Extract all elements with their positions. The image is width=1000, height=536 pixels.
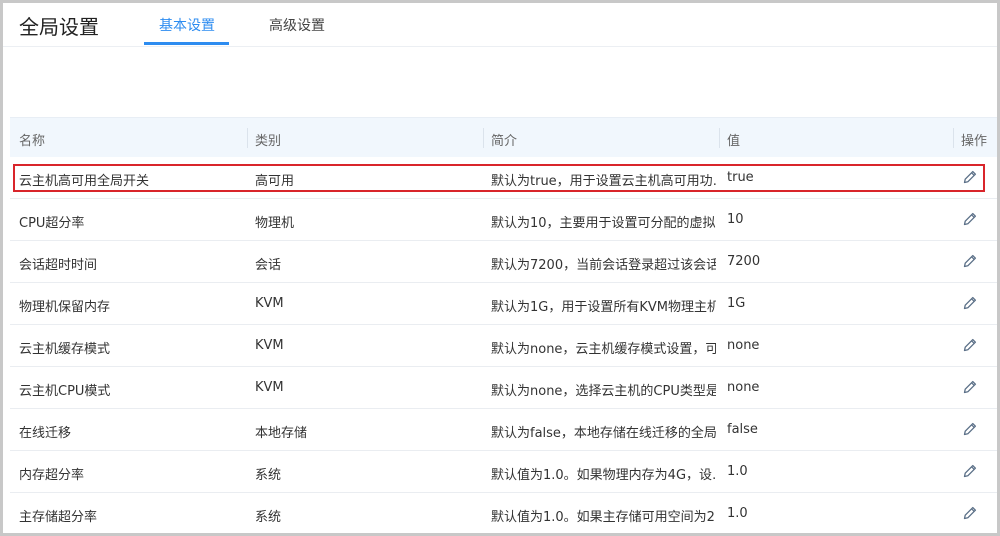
tab-basic-settings[interactable]: 基本设置 [159, 15, 215, 35]
page-title: 全局设置 [19, 15, 99, 39]
tab-advanced-settings[interactable]: 高级设置 [269, 15, 325, 35]
setting-name: 会话超时时间 [19, 258, 98, 273]
edit-pencil-icon[interactable] [961, 294, 979, 312]
setting-value: true [727, 170, 754, 185]
setting-name: 云主机缓存模式 [19, 342, 111, 357]
table-row[interactable]: 在线迁移 本地存储 默认为false，本地存储在线迁移的全局… false [10, 409, 997, 451]
setting-value: none [727, 338, 760, 353]
edit-pencil-icon[interactable] [961, 336, 979, 354]
table-row[interactable]: 内存超分率 系统 默认值为1.0。如果物理内存为4G，设… 1.0 [10, 451, 997, 493]
setting-value: false [727, 422, 758, 437]
setting-value: none [727, 380, 760, 395]
setting-description: 默认为true，用于设置云主机高可用功… [491, 174, 716, 189]
setting-category: 物理机 [255, 216, 295, 231]
setting-category: KVM [255, 296, 284, 311]
setting-category: KVM [255, 338, 284, 353]
setting-description: 默认为10，主要用于设置可分配的虚拟… [491, 216, 716, 231]
edit-pencil-icon[interactable] [961, 168, 979, 186]
column-divider [483, 128, 484, 148]
setting-description: 默认值为1.0。如果物理内存为4G，设… [491, 468, 716, 483]
setting-value: 1.0 [727, 464, 748, 479]
table-row[interactable]: CPU超分率 物理机 默认为10，主要用于设置可分配的虚拟… 10 [10, 199, 997, 241]
column-header-name[interactable]: 名称 [19, 130, 45, 149]
setting-name: 云主机高可用全局开关 [19, 174, 150, 189]
setting-description: 默认值为1.0。如果主存储可用空间为2… [491, 510, 716, 525]
setting-description: 默认为7200，当前会话登录超过该会话… [491, 258, 716, 273]
settings-table: 名称 类别 简介 值 操作 云主机高可用全局开关 高可用 默认为true，用于设置云… [10, 117, 997, 533]
edit-pencil-icon[interactable] [961, 462, 979, 480]
setting-name: 物理机保留内存 [19, 300, 111, 315]
table-row[interactable]: 主存储超分率 系统 默认值为1.0。如果主存储可用空间为2… 1.0 [10, 493, 997, 533]
setting-name: 云主机CPU模式 [19, 384, 111, 399]
setting-category: KVM [255, 380, 284, 395]
setting-value: 1.0 [727, 506, 748, 521]
setting-value: 10 [727, 212, 744, 227]
global-settings-window: 全局设置 基本设置 高级设置 名称 类别 简介 值 操作 云主机高可用全局开关 高… [0, 0, 1000, 536]
setting-description: 默认为1G，用于设置所有KVM物理主机… [491, 300, 716, 315]
setting-description: 默认为none，选择云主机的CPU类型是… [491, 384, 716, 399]
column-header-value[interactable]: 值 [727, 130, 740, 149]
edit-pencil-icon[interactable] [961, 210, 979, 228]
column-divider [247, 128, 248, 148]
column-header-category[interactable]: 类别 [255, 130, 281, 149]
edit-pencil-icon[interactable] [961, 504, 979, 522]
table-body: 云主机高可用全局开关 高可用 默认为true，用于设置云主机高可用功… true CPU… [10, 157, 997, 533]
edit-pencil-icon[interactable] [961, 252, 979, 270]
setting-value: 7200 [727, 254, 761, 269]
setting-description: 默认为none，云主机缓存模式设置，可… [491, 342, 716, 357]
column-header-actions: 操作 [961, 134, 988, 149]
setting-description: 默认为false，本地存储在线迁移的全局… [491, 426, 716, 441]
table-row[interactable]: 云主机高可用全局开关 高可用 默认为true，用于设置云主机高可用功… true [10, 157, 997, 199]
column-divider [719, 128, 720, 148]
setting-value: 1G [727, 296, 746, 311]
setting-name: 主存储超分率 [19, 510, 98, 525]
column-header-description[interactable]: 简介 [491, 130, 517, 149]
table-row[interactable]: 会话超时时间 会话 默认为7200，当前会话登录超过该会话… 7200 [10, 241, 997, 283]
setting-category: 系统 [255, 510, 282, 525]
setting-category: 高可用 [255, 174, 295, 189]
table-row[interactable]: 云主机CPU模式 KVM 默认为none，选择云主机的CPU类型是… none [10, 367, 997, 409]
setting-name: 在线迁移 [19, 426, 72, 441]
table-header: 名称 类别 简介 值 操作 [10, 117, 997, 157]
column-divider [953, 128, 954, 148]
setting-category: 系统 [255, 468, 282, 483]
active-tab-indicator [144, 42, 229, 45]
table-row[interactable]: 云主机缓存模式 KVM 默认为none，云主机缓存模式设置，可… none [10, 325, 997, 367]
table-row[interactable]: 物理机保留内存 KVM 默认为1G，用于设置所有KVM物理主机… 1G [10, 283, 997, 325]
page-header: 全局设置 基本设置 高级设置 [3, 3, 997, 47]
setting-category: 本地存储 [255, 426, 308, 441]
edit-pencil-icon[interactable] [961, 420, 979, 438]
setting-category: 会话 [255, 258, 282, 273]
edit-pencil-icon[interactable] [961, 378, 979, 396]
setting-name: CPU超分率 [19, 216, 85, 231]
setting-name: 内存超分率 [19, 468, 85, 483]
